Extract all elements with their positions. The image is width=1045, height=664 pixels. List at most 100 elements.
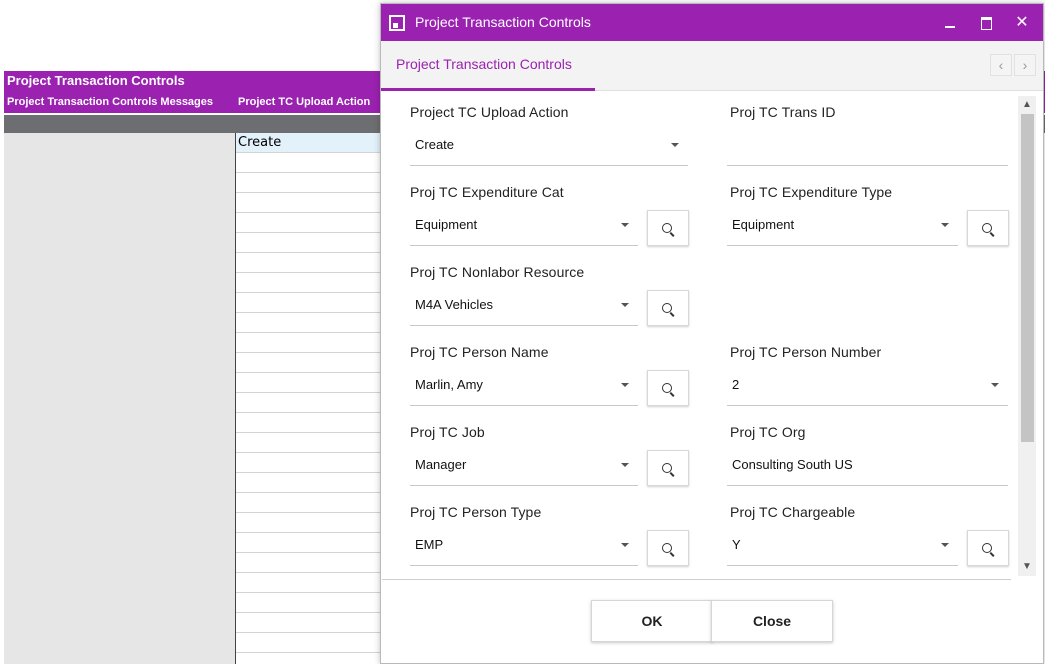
expenditure-cat-value: Equipment bbox=[415, 217, 478, 232]
caret-down-icon[interactable] bbox=[621, 463, 629, 467]
chargeable-search-button[interactable] bbox=[967, 530, 1009, 566]
minimize-icon[interactable] bbox=[933, 4, 967, 41]
person-type-label: Proj TC Person Type bbox=[410, 504, 542, 520]
table-row[interactable] bbox=[236, 633, 380, 653]
tab-project-transaction-controls[interactable]: Project Transaction Controls bbox=[396, 41, 572, 89]
person-type-value: EMP bbox=[415, 537, 444, 552]
table-row[interactable] bbox=[236, 593, 380, 613]
expenditure-type-value: Equipment bbox=[732, 217, 795, 232]
tab-bar: Project Transaction Controls ‹ › bbox=[381, 41, 1043, 91]
person-number-value: 2 bbox=[732, 377, 740, 392]
header-messages[interactable]: Project Transaction Controls Messages bbox=[7, 91, 213, 113]
dialog-titlebar[interactable]: Project Transaction Controls ✕ bbox=[381, 4, 1043, 41]
table-row[interactable] bbox=[236, 333, 380, 353]
search-icon bbox=[662, 223, 672, 233]
person-number-label: Proj TC Person Number bbox=[730, 344, 882, 360]
table-row[interactable] bbox=[236, 193, 380, 213]
table-row[interactable] bbox=[236, 313, 380, 333]
nonlabor-resource-dropdown[interactable]: M4A Vehicles bbox=[410, 286, 638, 326]
chargeable-dropdown[interactable]: Y bbox=[727, 526, 958, 566]
person-number-dropdown[interactable]: 2 bbox=[727, 366, 1008, 406]
caret-down-icon[interactable] bbox=[621, 383, 629, 387]
chargeable-value: Y bbox=[732, 537, 741, 552]
scroll-down-icon[interactable]: ▼ bbox=[1018, 558, 1036, 576]
table-row[interactable] bbox=[236, 253, 380, 273]
table-row[interactable] bbox=[236, 293, 380, 313]
caret-down-icon[interactable] bbox=[621, 543, 629, 547]
caret-down-icon[interactable] bbox=[621, 223, 629, 227]
search-icon bbox=[662, 303, 672, 313]
close-icon[interactable]: ✕ bbox=[1005, 4, 1039, 41]
search-icon bbox=[982, 223, 992, 233]
table-row[interactable] bbox=[236, 353, 380, 373]
table-row[interactable] bbox=[236, 513, 380, 533]
person-name-dropdown[interactable]: Marlin, Amy bbox=[410, 366, 638, 406]
messages-column[interactable] bbox=[4, 133, 236, 664]
maximize-icon[interactable] bbox=[969, 4, 1003, 41]
upload-action-value: Create bbox=[415, 137, 455, 152]
vertical-scrollbar[interactable]: ▲ ▼ bbox=[1018, 96, 1036, 576]
table-row[interactable] bbox=[236, 273, 380, 293]
person-name-value: Marlin, Amy bbox=[415, 377, 483, 392]
tab-active-indicator bbox=[381, 88, 595, 91]
caret-down-icon[interactable] bbox=[671, 143, 679, 147]
table-row[interactable] bbox=[236, 393, 380, 413]
expenditure-type-label: Proj TC Expenditure Type bbox=[730, 184, 893, 200]
table-row[interactable] bbox=[236, 453, 380, 473]
table-row[interactable] bbox=[236, 433, 380, 453]
table-row[interactable] bbox=[236, 653, 380, 664]
chargeable-label: Proj TC Chargeable bbox=[730, 504, 856, 520]
person-name-label: Proj TC Person Name bbox=[410, 344, 549, 360]
table-row[interactable] bbox=[236, 373, 380, 393]
nonlabor-resource-value: M4A Vehicles bbox=[415, 297, 494, 312]
upload-action-label: Project TC Upload Action bbox=[410, 104, 569, 120]
person-type-search-button[interactable] bbox=[647, 530, 689, 566]
table-row[interactable] bbox=[236, 413, 380, 433]
cell-upload-action-1[interactable]: Create bbox=[236, 133, 380, 153]
search-icon bbox=[662, 383, 672, 393]
scroll-thumb[interactable] bbox=[1021, 114, 1034, 442]
upload-action-dropdown[interactable]: Create bbox=[410, 126, 688, 166]
expenditure-cat-search-button[interactable] bbox=[647, 210, 689, 246]
close-button[interactable]: Close bbox=[711, 600, 833, 642]
ok-button[interactable]: OK bbox=[591, 600, 713, 642]
org-input[interactable]: Consulting South US bbox=[727, 446, 1008, 486]
app-icon bbox=[389, 15, 405, 31]
table-row[interactable] bbox=[236, 173, 380, 193]
job-value: Manager bbox=[415, 457, 467, 472]
person-name-search-button[interactable] bbox=[647, 370, 689, 406]
person-type-dropdown[interactable]: EMP bbox=[410, 526, 638, 566]
trans-id-label: Proj TC Trans ID bbox=[730, 104, 836, 120]
caret-down-icon[interactable] bbox=[621, 303, 629, 307]
table-row[interactable] bbox=[236, 573, 380, 593]
table-row[interactable] bbox=[236, 533, 380, 553]
scroll-up-icon[interactable]: ▲ bbox=[1018, 96, 1036, 114]
table-row[interactable] bbox=[236, 473, 380, 493]
job-search-button[interactable] bbox=[647, 450, 689, 486]
table-row[interactable] bbox=[236, 493, 380, 513]
nonlabor-resource-label: Proj TC Nonlabor Resource bbox=[410, 264, 585, 280]
upload-action-column: Create bbox=[236, 133, 380, 664]
table-row[interactable] bbox=[236, 213, 380, 233]
dialog-title: Project Transaction Controls bbox=[415, 14, 591, 30]
nonlabor-resource-search-button[interactable] bbox=[647, 290, 689, 326]
caret-down-icon[interactable] bbox=[941, 543, 949, 547]
table-row[interactable] bbox=[236, 233, 380, 253]
caret-down-icon[interactable] bbox=[991, 383, 999, 387]
header-upload-action[interactable]: Project TC Upload Action bbox=[238, 91, 370, 113]
expenditure-cat-label: Proj TC Expenditure Cat bbox=[410, 184, 564, 200]
caret-down-icon[interactable] bbox=[941, 223, 949, 227]
org-value: Consulting South US bbox=[732, 457, 853, 472]
job-label: Proj TC Job bbox=[410, 424, 485, 440]
trans-id-input[interactable] bbox=[727, 126, 1008, 166]
table-row[interactable] bbox=[236, 553, 380, 573]
job-dropdown[interactable]: Manager bbox=[410, 446, 638, 486]
expenditure-type-search-button[interactable] bbox=[967, 210, 1009, 246]
chevron-left-icon[interactable]: ‹ bbox=[990, 54, 1012, 76]
expenditure-cat-dropdown[interactable]: Equipment bbox=[410, 206, 638, 246]
table-row[interactable] bbox=[236, 153, 380, 173]
search-icon bbox=[662, 543, 672, 553]
expenditure-type-dropdown[interactable]: Equipment bbox=[727, 206, 958, 246]
table-row[interactable] bbox=[236, 613, 380, 633]
chevron-right-icon[interactable]: › bbox=[1014, 54, 1036, 76]
